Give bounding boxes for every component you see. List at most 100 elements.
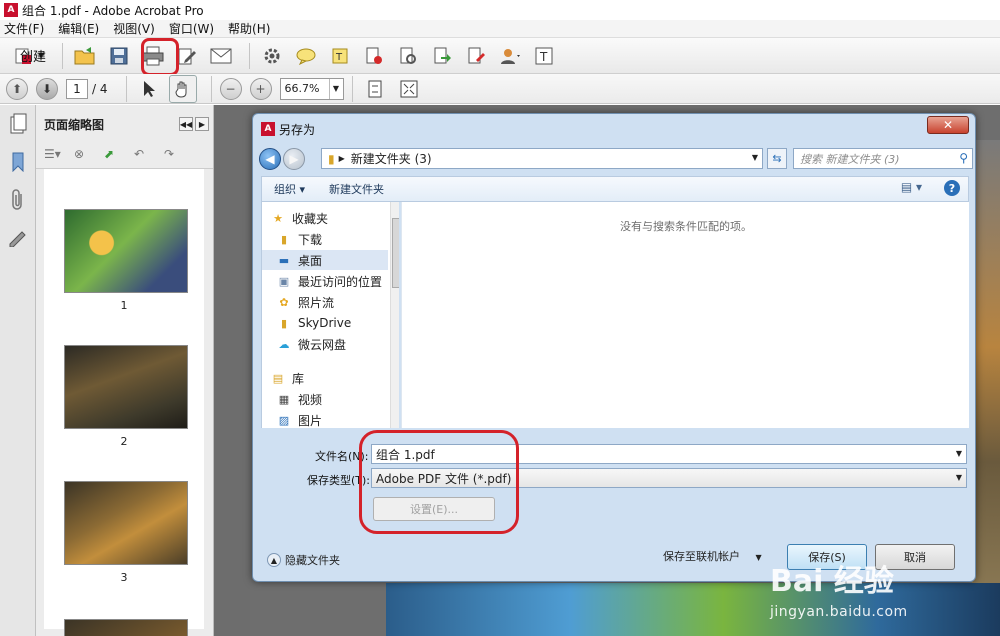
nav-videos[interactable]: ▦ 视频 (262, 389, 388, 409)
document-page-edge (972, 140, 1000, 600)
nav-weiyun[interactable]: ☁ 微云网盘 (262, 334, 388, 354)
full-screen-button[interactable] (395, 75, 423, 103)
sign-button[interactable] (462, 42, 490, 70)
arrow-right-icon: ▶ (289, 152, 299, 166)
attachments-button[interactable] (0, 181, 36, 219)
sticky-note-button[interactable]: T (326, 42, 354, 70)
envelope-icon (210, 48, 232, 63)
signatures-button[interactable] (0, 219, 36, 257)
prev-page-button[interactable]: ⬆ (6, 77, 28, 100)
nav-pictures[interactable]: ▨ 图片 (262, 410, 388, 428)
new-folder-button[interactable]: 新建文件夹 (317, 181, 396, 197)
panel-menu-icon[interactable]: ▶ (195, 117, 209, 131)
save-online-label: 保存至联机帐户 (663, 550, 740, 563)
zoom-select[interactable]: 66.7% ▼ (279, 77, 344, 100)
open-button[interactable] (71, 42, 99, 70)
nav-photo-stream[interactable]: ✿ 照片流 (262, 292, 388, 312)
save-as-dialog: A 另存为 ✕ ◀ ▶ ▮ ▶ 新建文件夹 (3) ▼ ⇆ 搜索 新建文件夹 (… (252, 113, 976, 582)
save-button[interactable] (105, 42, 133, 70)
page-thumbnail-label: 1 (120, 299, 128, 312)
page-thumbnail-3[interactable] (64, 481, 188, 565)
thumbnail-list: 1 2 3 (44, 169, 204, 636)
bookmarks-button[interactable] (0, 143, 36, 181)
create-label: 创建 (20, 50, 47, 65)
nav-favorites[interactable]: ★ 收藏夹 (262, 208, 388, 228)
email-button[interactable] (207, 42, 235, 70)
view-options-icon[interactable]: ▤ ▾ (901, 180, 922, 194)
attach-button[interactable] (394, 42, 422, 70)
delete-thumbnail-icon[interactable]: ⊗ (74, 147, 94, 165)
nav-scrollbar[interactable] (390, 202, 399, 428)
page-thumbnails-button[interactable] (0, 105, 36, 143)
back-button[interactable]: ◀ (259, 148, 281, 170)
rotate-ccw-icon[interactable]: ↶ (134, 147, 154, 165)
hide-folders-toggle[interactable]: ▲ 隐藏文件夹 (267, 552, 340, 568)
open-folder-icon (74, 46, 95, 64)
window-titlebar: A 组合 1.pdf - Adobe Acrobat Pro (0, 0, 1000, 20)
menu-help[interactable]: 帮助(H) (228, 20, 270, 37)
breadcrumb-chevron-icon: ▶ (338, 154, 345, 163)
chevron-up-icon: ▲ (267, 553, 281, 567)
menu-view[interactable]: 视图(V) (113, 20, 155, 37)
scrollbar-thumb[interactable] (392, 218, 399, 288)
create-button[interactable]: 创建 ▼ (8, 42, 50, 70)
options-menu-icon[interactable]: ☰▾ (44, 147, 64, 165)
panel-splitter[interactable] (214, 105, 250, 636)
fit-page-button[interactable] (361, 75, 389, 103)
page-thumbnail-label: 3 (120, 571, 128, 584)
help-icon[interactable]: ? (944, 180, 960, 196)
chevron-down-icon: ▼ (955, 473, 962, 482)
nav-item-label: 微云网盘 (298, 337, 347, 352)
toolbar-divider (249, 42, 251, 69)
menu-file[interactable]: 文件(F) (4, 20, 44, 37)
download-folder-icon: ▮ (280, 232, 288, 246)
page-thumbnail-2[interactable] (64, 345, 188, 429)
zoom-out-button[interactable]: − (219, 77, 242, 100)
picture-icon: ▨ (278, 413, 290, 427)
comment-button[interactable] (292, 42, 320, 70)
insert-page-icon[interactable]: ⬈ (104, 147, 124, 165)
plus-icon: + (255, 81, 266, 96)
page-thumbnail-1[interactable] (64, 209, 188, 293)
select-tool-button[interactable] (135, 75, 163, 103)
menu-bar: 文件(F) 编辑(E) 视图(V) 窗口(W) 帮助(H) (0, 20, 1000, 38)
delete-page-button[interactable] (360, 42, 388, 70)
hand-tool-button[interactable] (168, 74, 197, 103)
nav-skydrive[interactable]: ▮ SkyDrive (262, 313, 388, 333)
watermark-logo: Bai 经验 (770, 564, 894, 599)
next-page-button[interactable]: ⬇ (36, 77, 58, 100)
file-list-area[interactable]: 没有与搜索条件匹配的项。 (401, 202, 969, 428)
settings-button[interactable] (258, 42, 286, 70)
cursor-arrow-icon (143, 80, 155, 97)
organize-button[interactable]: 组织 ▾ (262, 181, 317, 197)
address-bar[interactable]: ▮ ▶ 新建文件夹 (3) ▼ (321, 148, 763, 169)
text-box-icon: T (535, 47, 553, 64)
search-placeholder: 搜索 新建文件夹 (3) (800, 152, 900, 166)
nav-desktop[interactable]: ▬ 桌面 (262, 250, 388, 270)
collapse-panel-icon[interactable]: ◀◀ (179, 117, 193, 131)
user-button[interactable] (496, 42, 524, 70)
thumbnail-panel-title: 页面缩略图 (44, 117, 105, 132)
rotate-cw-icon[interactable]: ↷ (164, 147, 184, 165)
nav-libraries[interactable]: ▤ 库 (262, 368, 388, 388)
page-number-input[interactable]: 1 (66, 78, 88, 99)
menu-window[interactable]: 窗口(W) (169, 20, 214, 37)
navigation-pane: ★ 收藏夹 ▮ 下载 ▬ 桌面 ▣ 最近访问的位置 ✿ 照片流 ▮ SkyDri… (261, 202, 399, 428)
forward-button[interactable]: ▶ (283, 148, 305, 170)
zoom-value: 66.7% (284, 82, 320, 95)
refresh-button[interactable]: ⇆ (767, 148, 787, 169)
nav-item-label: 下载 (298, 232, 323, 247)
nav-recent-places[interactable]: ▣ 最近访问的位置 (262, 271, 388, 291)
menu-edit[interactable]: 编辑(E) (58, 20, 99, 37)
zoom-in-button[interactable]: + (249, 77, 272, 100)
nav-downloads[interactable]: ▮ 下载 (262, 229, 388, 249)
page-thumbnail-4[interactable] (64, 619, 188, 636)
save-online-button[interactable]: 保存至联机帐户 ▼ (663, 548, 762, 564)
export-button[interactable] (428, 42, 456, 70)
text-tool-button[interactable]: T (530, 42, 558, 70)
dialog-title: 另存为 (279, 122, 316, 137)
search-input[interactable]: 搜索 新建文件夹 (3) ⚲ (793, 148, 973, 169)
chevron-down-icon: ▼ (328, 78, 343, 99)
svg-text:T: T (539, 50, 548, 64)
close-button[interactable]: ✕ (927, 116, 969, 134)
